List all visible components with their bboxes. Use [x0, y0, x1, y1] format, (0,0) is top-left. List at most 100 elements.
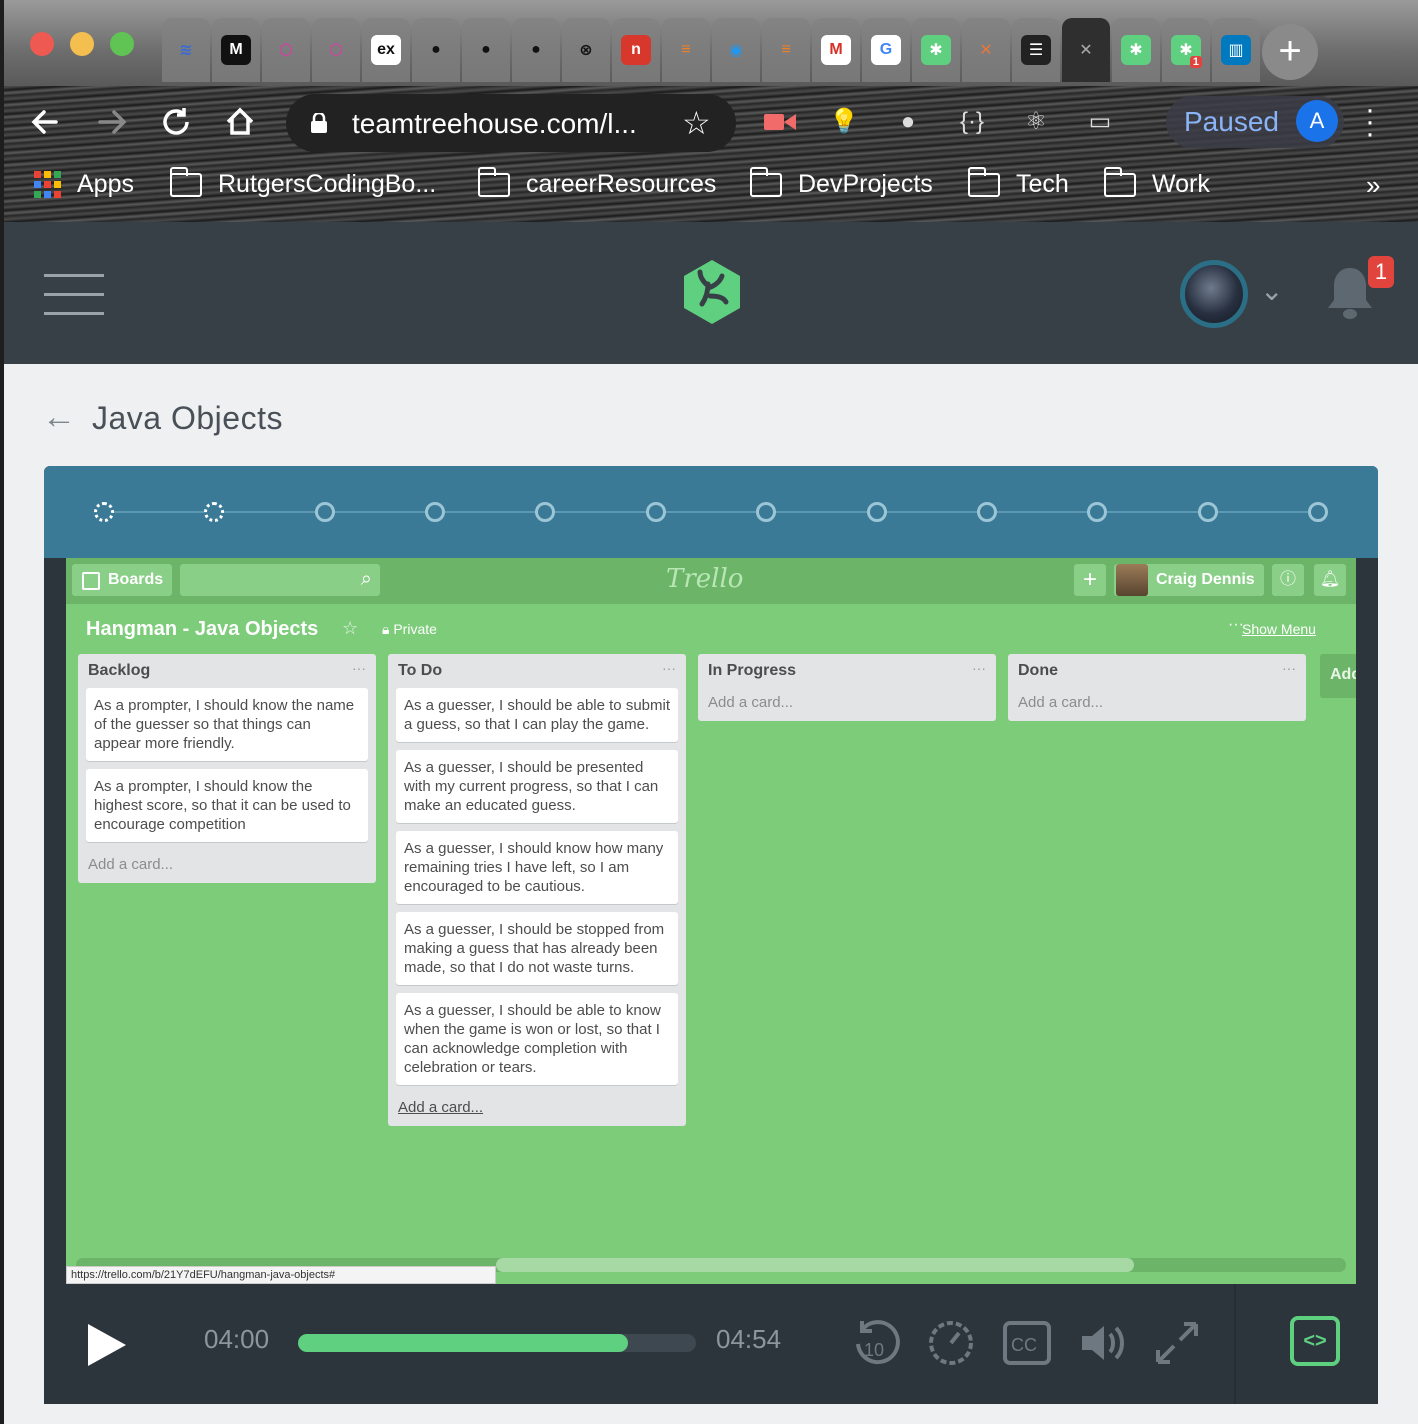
screencast-extension-icon[interactable] [762, 104, 798, 140]
browser-tab[interactable]: ▥ [1212, 18, 1260, 82]
github-icon-3: ● [531, 41, 541, 58]
browser-tab[interactable]: ✱ [1112, 18, 1160, 82]
step-marker[interactable] [866, 502, 887, 522]
step-marker[interactable] [94, 502, 114, 522]
fullscreen-icon[interactable] [1152, 1318, 1202, 1368]
trello-boards-button: Boards [72, 564, 172, 596]
trello-card: As a prompter, I should know the highest… [86, 769, 368, 842]
browser-tab[interactable]: ⊗ [562, 18, 610, 82]
volume-icon[interactable] [1078, 1318, 1128, 1368]
step-marker[interactable] [756, 502, 777, 522]
bookmark-folder-rutgers[interactable]: RutgersCodingBo... [170, 166, 436, 199]
browser-tab[interactable]: M [812, 18, 860, 82]
add-card-link: Add a card... [1018, 694, 1104, 711]
folder-icon [968, 166, 1000, 197]
menu-icon[interactable] [44, 274, 104, 315]
browser-tab[interactable]: ≡ [762, 18, 810, 82]
total-time: 04:54 [716, 1324, 782, 1354]
closed-captions-icon[interactable]: CC [1002, 1318, 1052, 1368]
browser-tab[interactable]: ✕ [962, 18, 1010, 82]
browser-tab[interactable]: M [212, 18, 260, 82]
home-button[interactable] [218, 100, 262, 144]
tab-badge: 1 [1189, 56, 1202, 68]
bookmarks-bar: Apps RutgersCodingBo... careerResources … [4, 158, 1418, 222]
video-player: Boards ⌕ Trello + Craig Dennis ⓘ 🔔︎ Hang… [44, 466, 1378, 1404]
browser-tab[interactable]: ex [362, 18, 410, 82]
browser-tab[interactable]: ⬡ [262, 18, 310, 82]
browser-tab[interactable]: G [862, 18, 910, 82]
step-marker[interactable] [645, 502, 666, 522]
bookmark-folder-devprojects[interactable]: DevProjects [750, 166, 933, 199]
tools-icon: ✕ [979, 42, 993, 59]
step-marker[interactable] [425, 502, 446, 522]
workspace-code-icon[interactable]: <> [1290, 1316, 1340, 1366]
current-time: 04:00 [204, 1324, 270, 1354]
browser-tab[interactable]: ✕ [1062, 18, 1110, 82]
reload-button[interactable] [154, 100, 198, 144]
profile-button[interactable]: Paused A [1166, 96, 1344, 148]
play-icon[interactable] [80, 1320, 130, 1370]
step-progress-bar [44, 466, 1378, 558]
browser-menu-icon[interactable]: · · · [1360, 95, 1380, 149]
visibility-label: Private [393, 621, 437, 637]
bookmark-folder-tech[interactable]: Tech [968, 166, 1069, 199]
new-tab-button[interactable]: + [1262, 24, 1318, 80]
bookmark-folder-work[interactable]: Work [1104, 166, 1210, 199]
address-bar[interactable]: teamtreehouse.com/l... ☆ [286, 94, 736, 152]
browser-tab[interactable]: ● [512, 18, 560, 82]
bookmark-star-icon[interactable]: ☆ [682, 104, 711, 142]
board-title: Hangman - Java Objects [86, 618, 319, 640]
browser-tab[interactable]: ✱ 1 [1162, 18, 1210, 82]
add-card-link: Add a card... [88, 856, 174, 873]
forward-button[interactable] [90, 100, 134, 144]
ex-icon: ex [371, 35, 401, 65]
list-menu-icon: ··· [662, 660, 676, 676]
back-button[interactable] [26, 100, 70, 144]
trello-add-icon: + [1074, 564, 1106, 596]
board-visibility: 🔒︎ Private [382, 621, 437, 637]
window-close-button[interactable] [30, 32, 54, 56]
bookmark-apps[interactable]: Apps [34, 170, 134, 199]
back-arrow-icon[interactable]: ← [42, 398, 76, 437]
video-frame[interactable]: Boards ⌕ Trello + Craig Dennis ⓘ 🔔︎ Hang… [66, 558, 1356, 1284]
progress-fill [298, 1334, 629, 1352]
step-marker[interactable] [204, 502, 225, 522]
browser-tab[interactable]: ☰ [1012, 18, 1060, 82]
json-extension-icon[interactable]: {·} [954, 104, 990, 140]
chevron-down-icon[interactable]: ⌄ [1260, 274, 1283, 307]
step-marker[interactable] [314, 502, 335, 522]
ghost-extension-icon[interactable]: ● [890, 104, 926, 140]
speed-icon[interactable] [926, 1318, 976, 1368]
window-minimize-button[interactable] [70, 32, 94, 56]
browser-tab[interactable]: ✱ [912, 18, 960, 82]
rewind-10-icon[interactable]: 10 [850, 1318, 900, 1368]
close-icon: ✕ [1079, 42, 1093, 59]
url-text[interactable]: teamtreehouse.com/l... [352, 108, 637, 140]
step-marker[interactable] [1197, 502, 1218, 522]
treehouse-logo-icon[interactable] [680, 258, 744, 326]
browser-tab[interactable]: n [612, 18, 660, 82]
step-marker[interactable] [1087, 502, 1108, 522]
terminal-extension-icon[interactable]: ▭ [1082, 104, 1118, 140]
browser-tab[interactable]: ● [462, 18, 510, 82]
browser-tab[interactable]: ● [412, 18, 460, 82]
browser-tab[interactable]: ≡ [662, 18, 710, 82]
browser-tab[interactable]: ≋ [162, 18, 210, 82]
user-avatar[interactable] [1180, 260, 1248, 328]
trello-card: As a guesser, I should be stopped from m… [396, 912, 678, 985]
step-marker[interactable] [1308, 502, 1328, 522]
trello-list: Done ··· Add a card... [1008, 654, 1306, 721]
step-marker[interactable] [535, 502, 556, 522]
browser-tab[interactable]: ⬡ [312, 18, 360, 82]
bookmarks-overflow-button[interactable]: » [1366, 170, 1380, 201]
browser-tab[interactable]: ◉ [712, 18, 760, 82]
stack-icon: ☰ [1021, 35, 1051, 65]
window-zoom-button[interactable] [110, 32, 134, 56]
github-icon-2: ● [481, 41, 491, 58]
lightbulb-extension-icon[interactable]: 💡 [826, 104, 862, 140]
bookmark-folder-career[interactable]: careerResources [478, 166, 716, 199]
progress-slider[interactable] [298, 1334, 696, 1352]
react-devtools-icon[interactable]: ⚛ [1018, 104, 1054, 140]
step-marker[interactable] [976, 502, 997, 522]
trello-card: As a guesser, I should be presented with… [396, 750, 678, 823]
